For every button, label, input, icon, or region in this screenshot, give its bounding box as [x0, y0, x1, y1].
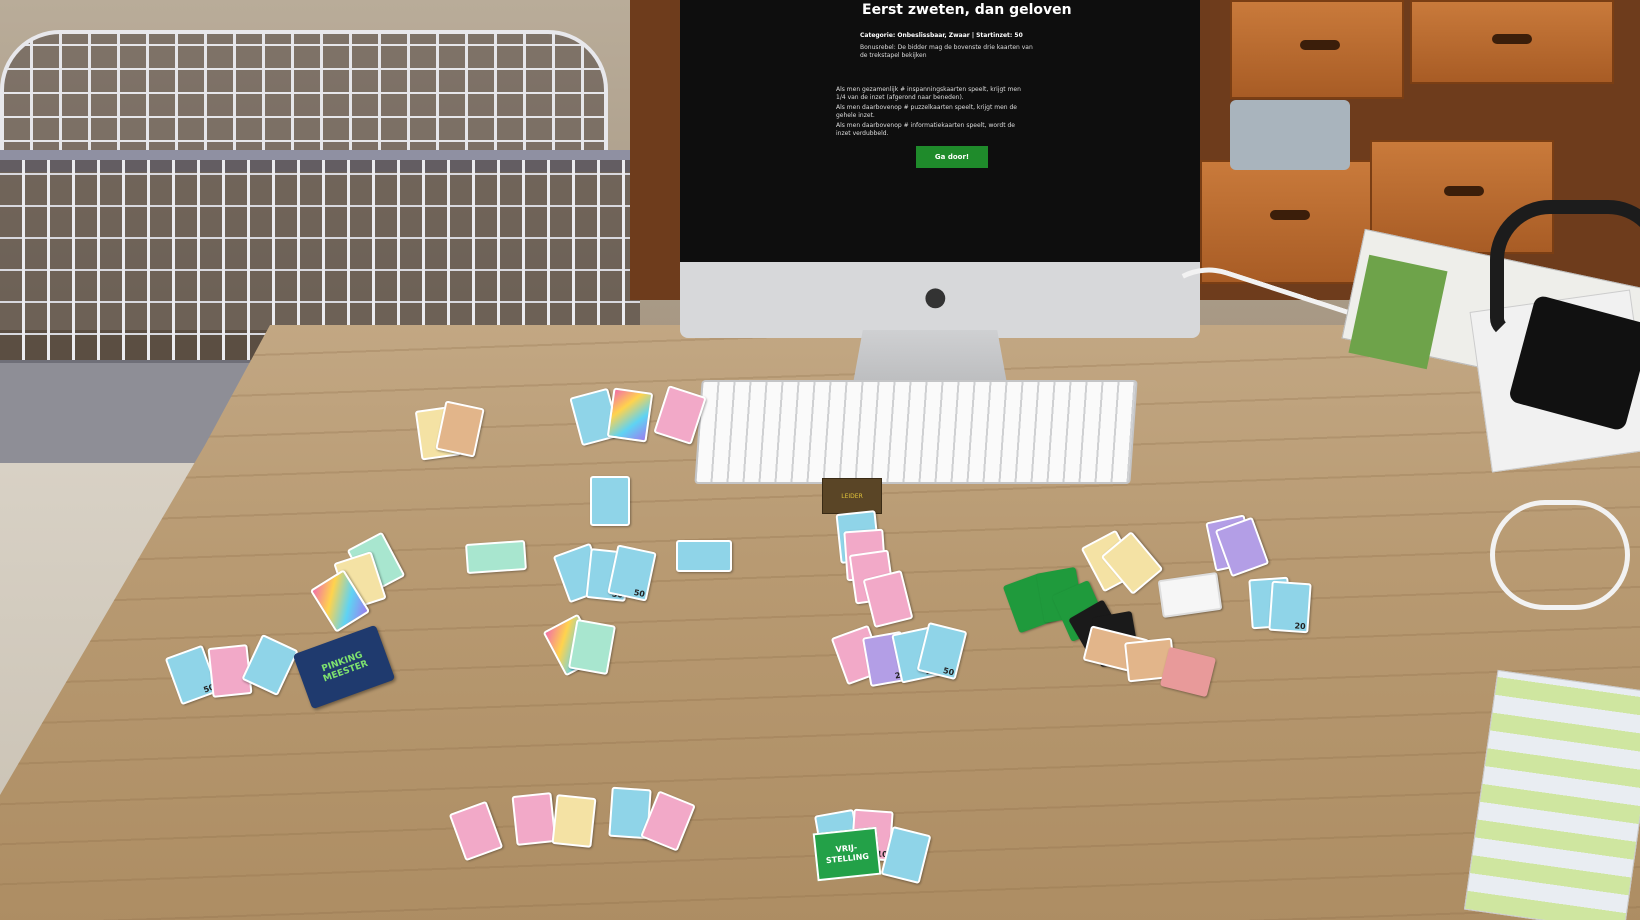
drawer-bottom-left [1200, 160, 1374, 284]
card-value: 50 [632, 587, 646, 600]
screen-rule-1: Als men gezamenlijk # inspanningskaarten… [836, 86, 1021, 101]
screen-title: Eerst zweten, dan geloven [862, 2, 1072, 18]
drawer-top-right [1410, 0, 1614, 84]
apple-logo-icon: ● [924, 282, 947, 312]
card[interactable] [551, 794, 597, 848]
card[interactable] [590, 476, 630, 526]
keyboard [694, 380, 1138, 484]
card[interactable] [676, 540, 732, 572]
plastic-container [1230, 100, 1350, 170]
cage-roof [0, 30, 608, 168]
card-value: 50 [942, 666, 956, 678]
screen-rule-3: Als men daarbovenop # informatiekaarten … [836, 122, 1015, 137]
card[interactable] [567, 618, 617, 676]
leader-card[interactable]: LEIDER [822, 478, 882, 514]
drawer-top-left [1230, 0, 1404, 99]
card[interactable]: 20 [1268, 580, 1312, 634]
continue-button[interactable]: Ga door! [916, 146, 988, 168]
card[interactable] [606, 387, 654, 443]
vrijstelling-label: VRIJ- STELLING [825, 842, 870, 866]
screen-rule-2: Als men daarbovenop # puzzelkaarten spee… [836, 104, 1017, 119]
photo-scene: Eerst zweten, dan geloven Categorie: Onb… [0, 0, 1640, 920]
headphones [1490, 200, 1640, 338]
card-value: 20 [1294, 621, 1306, 632]
card[interactable] [511, 792, 557, 846]
pinking-meester-label: PINKING MEESTER [320, 650, 370, 685]
screen-category: Categorie: Onbeslissbaar, Zwaar | Starti… [860, 32, 1023, 39]
card[interactable] [465, 539, 527, 575]
screen-intro: Bonusrebel: De bidder mag de bovenste dr… [860, 44, 1033, 59]
leader-card-label: LEIDER [841, 492, 863, 500]
cable-loop [1490, 500, 1630, 610]
vrijstelling-card[interactable]: VRIJ- STELLING [812, 826, 882, 882]
